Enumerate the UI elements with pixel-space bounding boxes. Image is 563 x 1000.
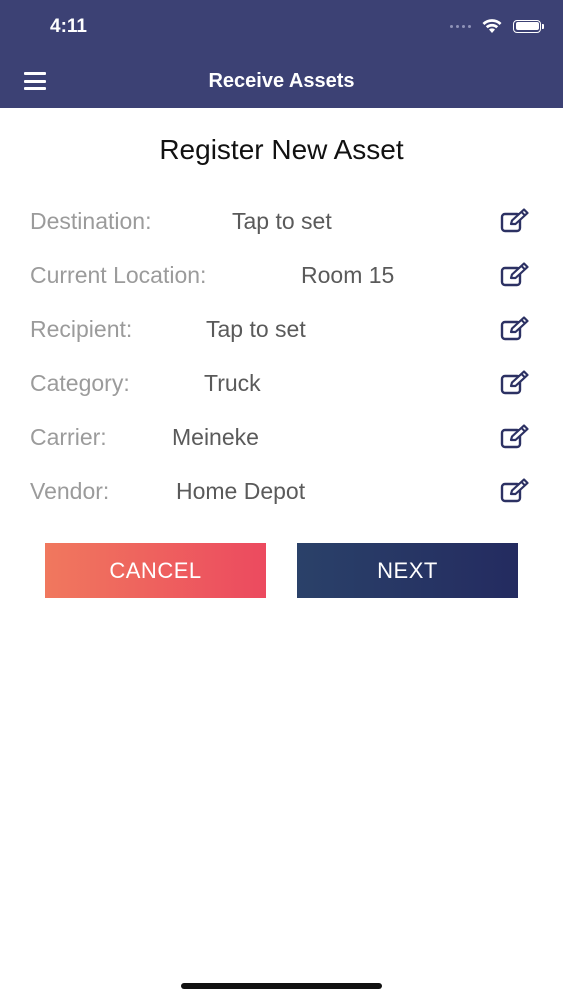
field-value[interactable]: Tap to set [232, 208, 332, 235]
status-icons [450, 18, 544, 34]
field-label: Current Location: [30, 262, 207, 288]
nav-title: Receive Assets [208, 70, 355, 92]
field-value[interactable]: Meineke [172, 424, 259, 451]
wifi-icon [482, 19, 502, 33]
home-indicator[interactable] [181, 983, 382, 989]
edit-icon[interactable] [500, 316, 530, 342]
edit-icon[interactable] [500, 478, 530, 504]
edit-icon[interactable] [500, 424, 530, 450]
row-category[interactable]: Category: Truck [30, 364, 530, 400]
field-label: Category: [30, 370, 130, 396]
field-value[interactable]: Truck [204, 370, 261, 397]
battery-icon [513, 19, 544, 33]
row-vendor[interactable]: Vendor: Home Depot [30, 472, 530, 508]
row-current-location[interactable]: Current Location: Room 15 [30, 256, 530, 292]
next-button[interactable]: NEXT [297, 543, 518, 598]
row-destination[interactable]: Destination: Tap to set [30, 202, 530, 238]
field-label: Vendor: [30, 478, 110, 504]
signal-icon [450, 24, 471, 28]
row-recipient[interactable]: Recipient: Tap to set [30, 310, 530, 346]
edit-icon[interactable] [500, 262, 530, 288]
field-label: Destination: [30, 208, 152, 234]
field-value[interactable]: Home Depot [176, 478, 305, 505]
field-label: Carrier: [30, 424, 107, 450]
field-value[interactable]: Tap to set [206, 316, 306, 343]
status-time: 4:11 [50, 16, 87, 37]
field-value[interactable]: Room 15 [301, 262, 394, 289]
edit-icon[interactable] [500, 208, 530, 234]
page-title: Register New Asset [159, 134, 404, 165]
edit-icon[interactable] [500, 370, 530, 396]
row-carrier[interactable]: Carrier: Meineke [30, 418, 530, 454]
cancel-button[interactable]: CANCEL [45, 543, 266, 598]
field-label: Recipient: [30, 316, 133, 342]
app-header: 4:11 Receive Assets [0, 0, 563, 108]
